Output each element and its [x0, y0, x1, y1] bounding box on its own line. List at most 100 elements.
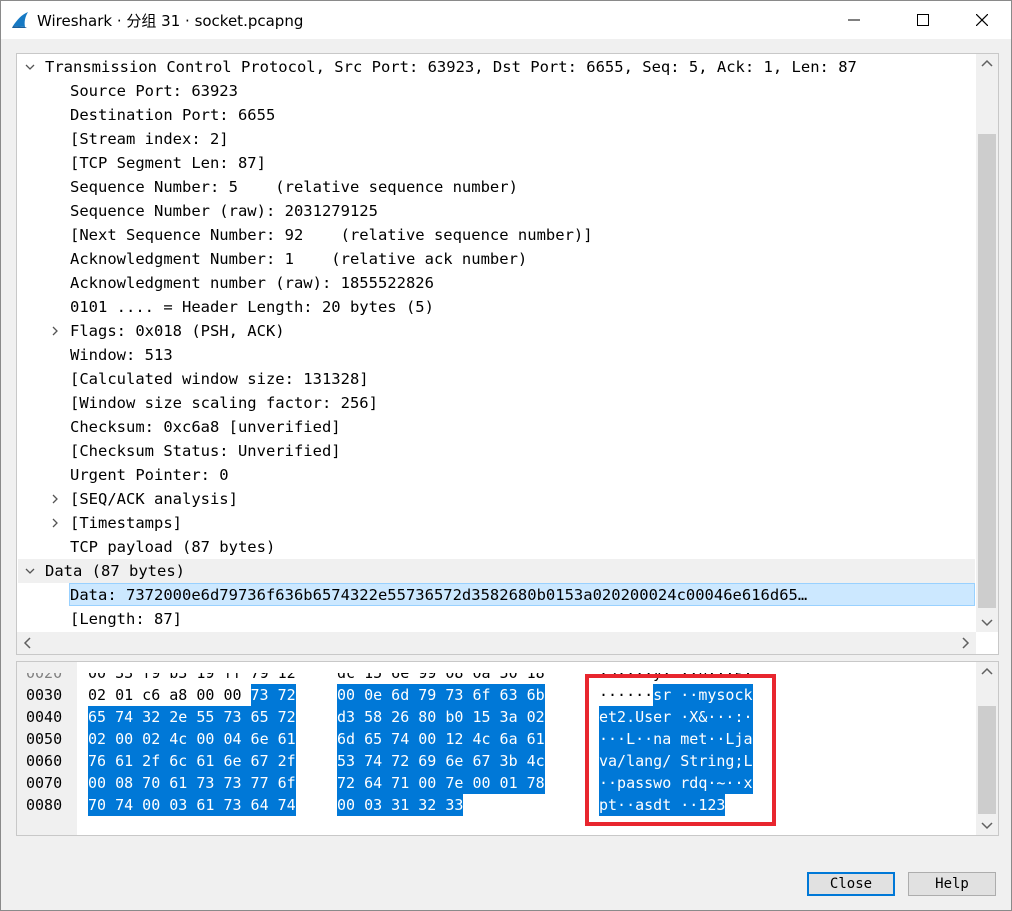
tree-row-label: TCP payload (87 bytes): [70, 538, 276, 556]
packet-bytes-pane[interactable]: 0020 00 33 f9 b3 19 ff 79 12 dc 15 6e 99 0…: [16, 661, 999, 836]
hex-dump-line[interactable]: 0050 02 00 02 4c 00 04 6e 61 6d 65 74 00 1…: [17, 728, 977, 750]
tree-row[interactable]: Urgent Pointer: 0: [17, 463, 975, 487]
tree-row-label: [Window size scaling factor: 256]: [70, 394, 378, 412]
tree-row[interactable]: 0101 .... = Header Length: 20 bytes (5): [17, 295, 975, 319]
packet-details-tree[interactable]: Transmission Control Protocol, Src Port:…: [16, 53, 999, 655]
minimize-icon: [848, 19, 860, 21]
minimize-button[interactable]: [831, 1, 877, 39]
tree-row-label: Acknowledgment number (raw): 1855522826: [70, 274, 434, 292]
hex-offset: 0040: [26, 708, 63, 726]
tree-row[interactable]: Sequence Number (raw): 2031279125: [17, 199, 975, 223]
hex-bytes-selected: 53 74 72 69 6e 67 3b 4c: [337, 750, 545, 772]
hex-bytes-selected: 73 72: [250, 684, 296, 706]
bytes-vertical-scrollbar[interactable]: [976, 662, 998, 835]
hex-dump-line[interactable]: 0060 76 61 2f 6c 61 6e 67 2f 53 74 72 69 6…: [17, 750, 977, 772]
tree-row[interactable]: Data (87 bytes): [17, 559, 975, 583]
hex-dump-line[interactable]: 0030 02 01 c6 a8 00 00 73 72 00 0e 6d 79 73…: [17, 684, 977, 706]
scroll-down-icon: [981, 822, 993, 830]
tree-row-label: Flags: 0x018 (PSH, ACK): [70, 322, 285, 340]
scroll-left-icon: [23, 637, 31, 649]
tree-row-label: [Length: 87]: [70, 610, 182, 628]
window-title: Wireshark · 分组 31 · socket.pcapng: [37, 12, 304, 30]
tree-row[interactable]: Sequence Number: 5 (relative sequence nu…: [17, 175, 975, 199]
tree-row[interactable]: [Checksum Status: Unverified]: [17, 439, 975, 463]
expand-down-icon[interactable]: [25, 62, 35, 72]
expand-right-icon[interactable]: [50, 494, 60, 504]
hex-bytes: 00 33 f9 b3 19 ff 79 12: [88, 664, 296, 682]
tree-row-label: [TCP Segment Len: 87]: [70, 154, 266, 172]
hex-bytes-selected: d3 58 26 80 b0 15 3a 02: [337, 706, 545, 728]
tree-row[interactable]: Window: 513: [17, 343, 975, 367]
tree-row-label: Sequence Number: 5 (relative sequence nu…: [70, 178, 518, 196]
tree-row-label: Data (87 bytes): [45, 562, 185, 580]
tree-row-label: Checksum: 0xc6a8 [unverified]: [70, 418, 341, 436]
hex-dump-line[interactable]: 0040 65 74 32 2e 55 73 65 72 d3 58 26 80 b…: [17, 706, 977, 728]
tree-row[interactable]: [Length: 87]: [17, 607, 975, 631]
close-icon: [976, 14, 988, 26]
hex-bytes-selected: 72 64 71 00 7e 00 01 78: [337, 772, 545, 794]
tree-row[interactable]: [Stream index: 2]: [17, 127, 975, 151]
tree-row[interactable]: [Window size scaling factor: 256]: [17, 391, 975, 415]
maximize-button[interactable]: [900, 1, 946, 39]
close-button[interactable]: Close: [807, 872, 895, 896]
tree-row[interactable]: Destination Port: 6655: [17, 103, 975, 127]
packet-dialog-window: Wireshark · 分组 31 · socket.pcapng Transm…: [0, 0, 1012, 911]
scroll-up-icon: [981, 667, 993, 675]
hex-bytes-selected: 76 61 2f 6c 61 6e 67 2f: [88, 750, 296, 772]
tree-row[interactable]: Acknowledgment Number: 1 (relative ack n…: [17, 247, 975, 271]
wireshark-fin-icon: [12, 12, 28, 28]
tree-row-label: Transmission Control Protocol, Src Port:…: [45, 58, 857, 76]
tree-row-label: [SEQ/ACK analysis]: [70, 490, 238, 508]
hex-bytes: 02 01 c6 a8 00 00: [88, 686, 242, 704]
tree-row-label: Destination Port: 6655: [70, 106, 276, 124]
hex-bytes-selected: 70 74 00 03 61 73 64 74: [88, 794, 296, 816]
scroll-down-icon: [981, 619, 993, 627]
expand-right-icon[interactable]: [50, 518, 60, 528]
tree-row[interactable]: [Calculated window size: 131328]: [17, 367, 975, 391]
expand-down-icon[interactable]: [25, 566, 35, 576]
tree-row-label: Urgent Pointer: 0: [70, 466, 229, 484]
hex-offset: 0050: [26, 730, 63, 748]
tree-horizontal-scrollbar[interactable]: [17, 632, 976, 654]
tree-row-label: Data: 7372000e6d79736f636b6574322e557365…: [70, 586, 808, 604]
tree-row-label: [Timestamps]: [70, 514, 182, 532]
hex-offset: 0030: [26, 686, 63, 704]
tree-vertical-scrollbar[interactable]: [976, 54, 998, 632]
hex-offset: 0080: [26, 796, 63, 814]
tree-row[interactable]: Transmission Control Protocol, Src Port:…: [17, 55, 975, 79]
tree-row[interactable]: [Next Sequence Number: 92 (relative sequ…: [17, 223, 975, 247]
maximize-icon: [917, 14, 929, 26]
hex-bytes-selected: 00 0e 6d 79 73 6f 63 6b: [337, 684, 545, 706]
tree-scroll-thumb[interactable]: [978, 134, 996, 608]
tree-row[interactable]: Checksum: 0xc6a8 [unverified]: [17, 415, 975, 439]
tree-row[interactable]: [Timestamps]: [17, 511, 975, 535]
tree-row[interactable]: Flags: 0x018 (PSH, ACK): [17, 319, 975, 343]
hex-bytes-selected: 6d 65 74 00 12 4c 6a 61: [337, 728, 545, 750]
tree-row-label: [Checksum Status: Unverified]: [70, 442, 341, 460]
tree-row-label: Source Port: 63923: [70, 82, 238, 100]
hex-bytes-selected: 02 00 02 4c 00 04 6e 61: [88, 728, 296, 750]
annotation-highlight-box: [585, 674, 776, 826]
tree-row-label: Window: 513: [70, 346, 173, 364]
hex-dump-line[interactable]: 0020 00 33 f9 b3 19 ff 79 12 dc 15 6e 99 0…: [17, 664, 977, 684]
hex-offset: 0060: [26, 752, 63, 770]
tree-row[interactable]: Source Port: 63923: [17, 79, 975, 103]
hex-bytes-selected: 65 74 32 2e 55 73 65 72: [88, 706, 296, 728]
tree-row[interactable]: Acknowledgment number (raw): 1855522826: [17, 271, 975, 295]
scroll-up-icon: [981, 59, 993, 67]
tree-row[interactable]: [SEQ/ACK analysis]: [17, 487, 975, 511]
tree-row[interactable]: [TCP Segment Len: 87]: [17, 151, 975, 175]
tree-row[interactable]: TCP payload (87 bytes): [17, 535, 975, 559]
hex-dump-line[interactable]: 0080 70 74 00 03 61 73 64 74 00 03 31 32 3…: [17, 794, 977, 816]
title-bar[interactable]: Wireshark · 分组 31 · socket.pcapng: [1, 1, 1011, 39]
hex-bytes-selected: 00 08 70 61 73 73 77 6f: [88, 772, 296, 794]
hex-dump-line[interactable]: 0070 00 08 70 61 73 73 77 6f 72 64 71 00 7…: [17, 772, 977, 794]
tree-row-label: [Calculated window size: 131328]: [70, 370, 369, 388]
bytes-scroll-thumb[interactable]: [978, 706, 996, 814]
tree-row-label: Sequence Number (raw): 2031279125: [70, 202, 378, 220]
close-window-button[interactable]: [959, 1, 1005, 39]
expand-right-icon[interactable]: [50, 326, 60, 336]
tree-row[interactable]: Data: 7372000e6d79736f636b6574322e557365…: [17, 583, 975, 607]
tree-row-label: [Next Sequence Number: 92 (relative sequ…: [70, 226, 593, 244]
help-button[interactable]: Help: [908, 872, 996, 896]
